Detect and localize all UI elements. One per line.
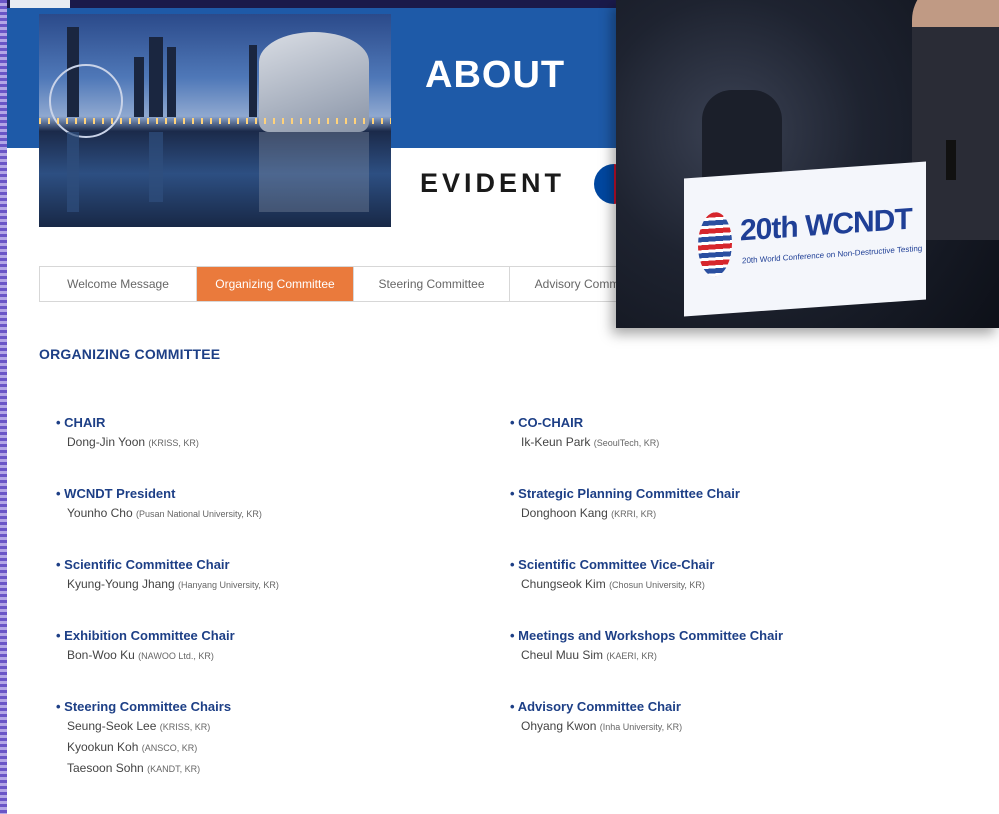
sign-title: 20th WCNDT (740, 202, 912, 248)
member-row: Seung-Seok Lee (KRISS, KR) (67, 719, 211, 733)
member-row: Cheul Muu Sim (KAERI, KR) (521, 648, 657, 662)
role-steering-chairs: Steering Committee Chairs Seung-Seok Lee… (56, 698, 476, 779)
member-row: Taesoon Sohn (KANDT, KR) (67, 761, 201, 775)
microphone-icon (946, 140, 956, 180)
role-strategic-planning-chair: Strategic Planning Committee Chair Dongh… (510, 485, 930, 524)
member-row: Donghoon Kang (KRRI, KR) (521, 506, 657, 520)
member-row: Ohyang Kwon (Inha University, KR) (521, 719, 683, 733)
tab-welcome-message[interactable]: Welcome Message (40, 267, 197, 301)
wcndt-logo-icon (698, 211, 732, 278)
left-border (0, 0, 7, 814)
member-row: Kyookun Koh (ANSCO, KR) (67, 740, 198, 754)
role-co-chair: CO-CHAIR Ik-Keun Park (SeoulTech, KR) (510, 414, 930, 453)
podium-sign: 20th WCNDT 20th World Conference on Non-… (684, 161, 926, 317)
page-title: ABOUT (425, 54, 566, 96)
role-chair: CHAIR Dong-Jin Yoon (KRISS, KR) (56, 414, 476, 453)
member-row: Dong-Jin Yoon (KRISS, KR) (67, 435, 199, 449)
evident-logo: EVIDENT (420, 168, 566, 198)
member-row: Chungseok Kim (Chosun University, KR) (521, 577, 705, 591)
section-title: ORGANIZING COMMITTEE (39, 346, 221, 362)
committee-tabs: Welcome Message Organizing Committee Ste… (39, 266, 662, 302)
sign-subtitle: 20th World Conference on Non-Destructive… (742, 243, 923, 266)
role-scientific-chair: Scientific Committee Chair Kyung-Young J… (56, 556, 476, 595)
role-exhibition-chair: Exhibition Committee Chair Bon-Woo Ku (N… (56, 627, 476, 666)
member-row: Kyung-Young Jhang (Hanyang University, K… (67, 577, 279, 591)
member-row: Younho Cho (Pusan National University, K… (67, 506, 262, 520)
role-wcndt-president: WCNDT President Younho Cho (Pusan Nation… (56, 485, 476, 524)
tab-steering-committee[interactable]: Steering Committee (354, 267, 510, 301)
member-row: Ik-Keun Park (SeoulTech, KR) (521, 435, 660, 449)
tab-organizing-committee[interactable]: Organizing Committee (197, 267, 354, 301)
role-meetings-workshops-chair: Meetings and Workshops Committee Chair C… (510, 627, 930, 666)
role-scientific-vice-chair: Scientific Committee Vice-Chair Chungseo… (510, 556, 930, 595)
city-night-photo (39, 14, 391, 227)
webpage: ABOUT EVIDENT Welcome Message Organizing… (0, 0, 999, 814)
member-row: Bon-Woo Ku (NAWOO Ltd., KR) (67, 648, 214, 662)
role-advisory-chair: Advisory Committee Chair Ohyang Kwon (In… (510, 698, 930, 737)
